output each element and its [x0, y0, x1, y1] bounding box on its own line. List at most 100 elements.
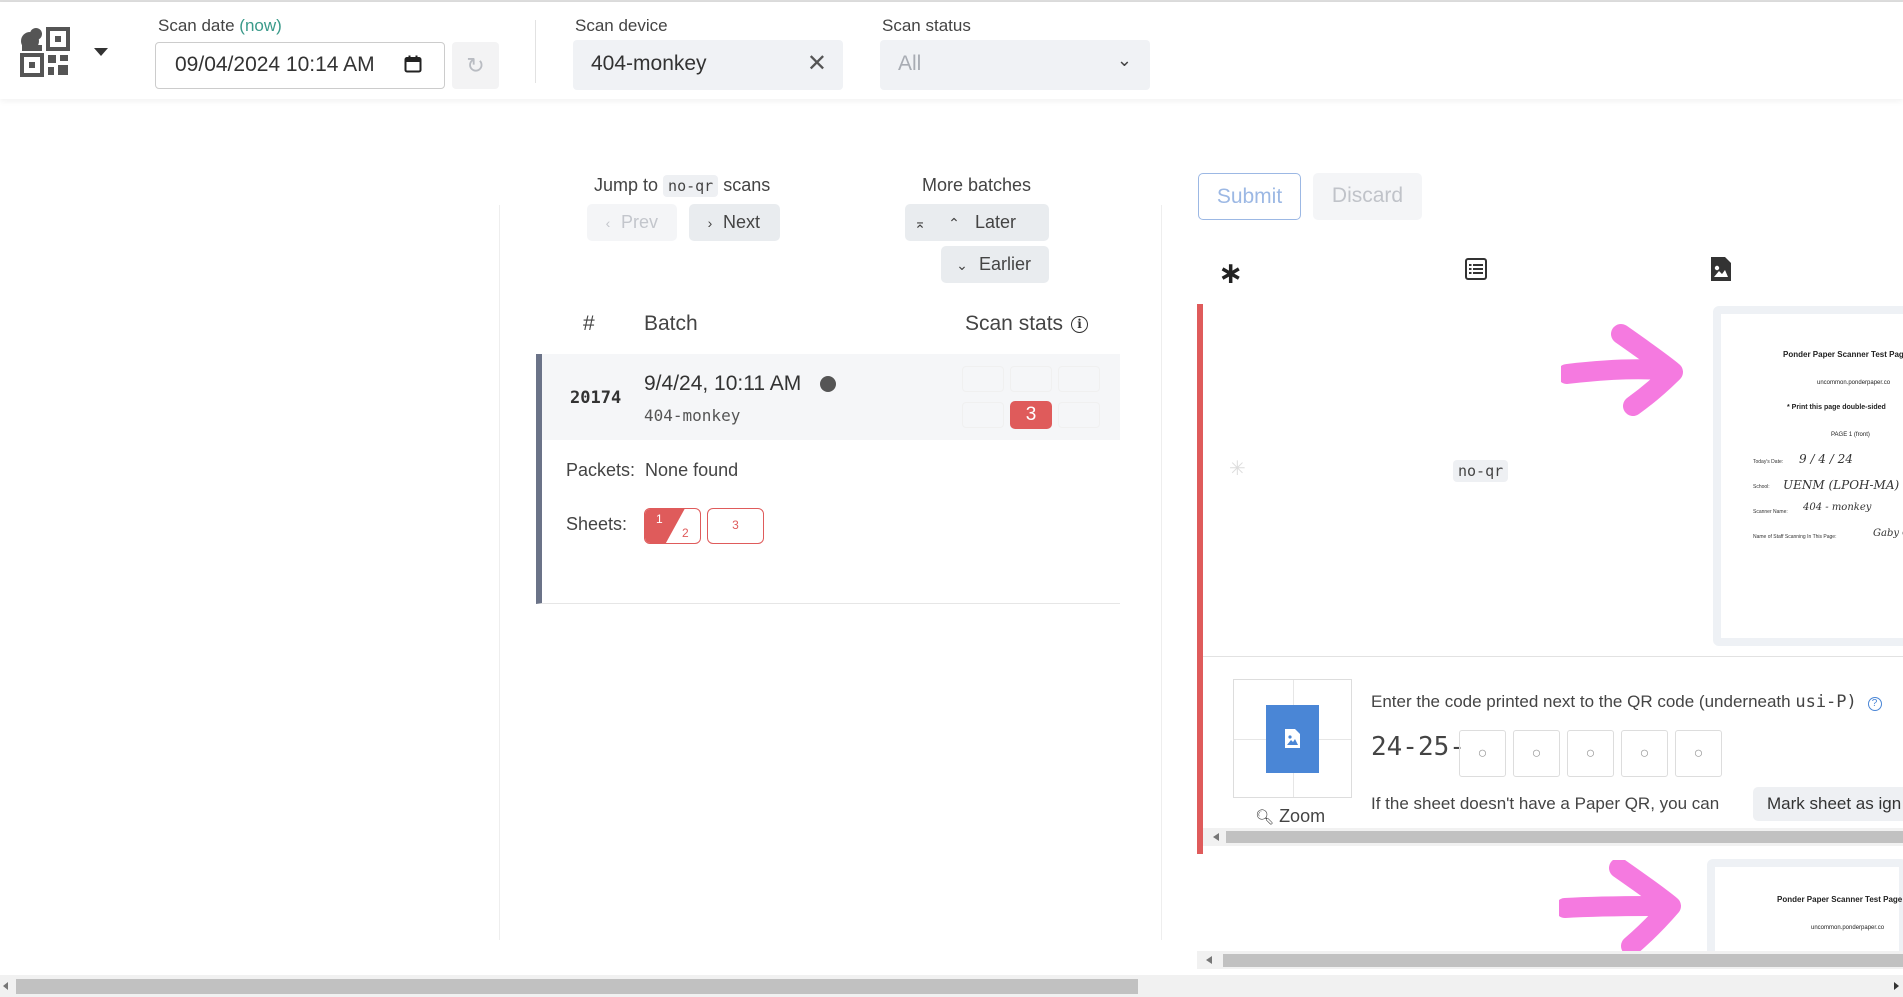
- navbar-divider: [535, 20, 536, 83]
- scan-device-label: Scan device: [575, 16, 668, 35]
- preview-field-label: School:: [1753, 484, 1770, 490]
- scroll-left-icon[interactable]: [1213, 833, 1219, 841]
- faint-asterisk-icon: ✳: [1229, 458, 1246, 480]
- calendar-icon[interactable]: [404, 55, 422, 73]
- sheet-1-fill: [645, 509, 685, 543]
- scroll-right-icon[interactable]: [1894, 982, 1899, 990]
- next-button[interactable]: › Next: [689, 204, 780, 241]
- help-icon[interactable]: ?: [1867, 697, 1882, 711]
- error-count-badge[interactable]: 3: [1010, 401, 1052, 429]
- left-column-divider: [499, 205, 500, 940]
- batch-device: 404-monkey: [644, 406, 741, 425]
- enter-code-instructions: Enter the code printed next to the QR co…: [1371, 692, 1882, 712]
- sheet-1-2-button[interactable]: 1 2: [644, 508, 701, 544]
- chevron-up-icon: ⌃: [948, 215, 960, 231]
- code-input-3[interactable]: ○: [1567, 730, 1614, 777]
- scroll-left-icon[interactable]: [3, 982, 8, 990]
- scan-date-label: Scan date (now): [158, 16, 282, 35]
- scan-status-label: Scan status: [882, 16, 971, 35]
- clear-device-icon[interactable]: ✕: [807, 49, 827, 78]
- double-chevron-up-icon: ⌅: [914, 215, 926, 231]
- later-button[interactable]: ⌅ ⌃ Later: [905, 204, 1049, 241]
- preview-field-label: Today's Date:: [1753, 459, 1784, 465]
- stat-cell: [1058, 366, 1100, 392]
- preview-field-label: Scanner Name:: [1753, 509, 1788, 515]
- code-input-4[interactable]: ○: [1621, 730, 1668, 777]
- col-header-num: #: [583, 312, 595, 335]
- refresh-button[interactable]: ↻: [452, 42, 499, 89]
- code-prefix: 24-25-: [1371, 732, 1465, 762]
- more-batches-title: More batches: [922, 175, 1032, 195]
- list-icon[interactable]: [1465, 258, 1487, 280]
- col-header-scan-stats: Scan stats i: [965, 312, 1089, 336]
- code-input-1[interactable]: ○: [1459, 730, 1506, 777]
- no-qr-chip: no-qr: [663, 175, 719, 197]
- packets-line: Packets: None found: [566, 460, 739, 480]
- batch-row[interactable]: 20174 9/4/24, 10:11 AM 404-monkey 3 Pack…: [536, 354, 1120, 604]
- submit-button[interactable]: Submit: [1198, 173, 1301, 220]
- review-horizontal-scrollbar[interactable]: [1203, 828, 1903, 846]
- qr-logo-icon[interactable]: [20, 27, 72, 79]
- stat-cell: [962, 366, 1004, 392]
- now-link[interactable]: (now): [239, 16, 282, 35]
- pink-arrow-icon: [1561, 324, 1683, 416]
- preview-site: uncommon.ponderpaper.co: [1817, 380, 1891, 386]
- code-input-2[interactable]: ○: [1513, 730, 1560, 777]
- no-qr-tag: no-qr: [1453, 460, 1509, 482]
- sheet-preview-area: ✳ no-qr Ponder Paper Scanner Test Page u…: [1203, 304, 1903, 656]
- next-sheet-horizontal-scrollbar[interactable]: [1197, 951, 1903, 969]
- earlier-button[interactable]: ⌄ Earlier: [941, 246, 1049, 283]
- scan-status-value: All: [898, 52, 922, 75]
- sheet-thumbnail[interactable]: [1233, 679, 1352, 798]
- discard-button[interactable]: Discard: [1313, 173, 1422, 220]
- chevron-down-icon: ⌄: [1116, 50, 1132, 70]
- sheet-3-label: 3: [732, 518, 739, 532]
- chevron-down-icon: ⌄: [956, 257, 968, 273]
- batch-id: 20174: [570, 388, 622, 408]
- sheet-image-preview[interactable]: Ponder Paper Scanner Test Page uncommon.…: [1713, 306, 1903, 646]
- preview-field-value: 9 / 4 / 24: [1799, 452, 1853, 466]
- thumbnail-image-icon: [1266, 705, 1319, 773]
- scrollbar-thumb[interactable]: [1223, 954, 1903, 967]
- mark-sheet-ignored-button[interactable]: Mark sheet as ign: [1753, 787, 1903, 821]
- preview-site: uncommon.ponderpaper.co: [1811, 925, 1885, 931]
- preview-field-value: UENM (LPOH-MA): [1783, 478, 1900, 492]
- preview-field-label: Name of Staff Scanning In This Page:: [1753, 534, 1837, 540]
- info-icon[interactable]: i: [1071, 316, 1089, 333]
- preview-field-value: 404 - monkey: [1803, 502, 1872, 513]
- scrollbar-thumb[interactable]: [16, 979, 1138, 994]
- page-horizontal-scrollbar[interactable]: [0, 975, 1903, 997]
- code-input-5[interactable]: ○: [1675, 730, 1722, 777]
- preview-note: * Print this page double-sided: [1787, 404, 1886, 411]
- logo-dropdown-caret-icon[interactable]: [94, 48, 108, 56]
- scan-device-select[interactable]: 404-monkey ✕: [573, 40, 843, 90]
- scan-date-input[interactable]: 09/04/2024 10:14 AM: [155, 42, 445, 89]
- prev-button[interactable]: ‹ Prev: [587, 204, 677, 241]
- image-icon[interactable]: [1710, 256, 1732, 282]
- zoom-button[interactable]: 🔍︎ Zoom: [1255, 806, 1325, 827]
- stat-cell: [1058, 402, 1100, 428]
- magnifier-icon: 🔍︎: [1255, 809, 1275, 826]
- preview-title: Ponder Paper Scanner Test Page: [1783, 350, 1903, 359]
- scan-device-value: 404-monkey: [591, 52, 707, 75]
- scrollbar-thumb[interactable]: [1226, 831, 1903, 843]
- navbar: Scan date (now) 09/04/2024 10:14 AM ↻ Sc…: [0, 2, 1903, 99]
- scroll-left-icon[interactable]: [1206, 956, 1212, 964]
- batch-date: 9/4/24, 10:11 AM: [644, 372, 802, 395]
- sheet-2-label: 2: [682, 526, 689, 540]
- refresh-icon: ↻: [466, 53, 485, 78]
- chevron-right-icon: ›: [707, 215, 713, 231]
- jump-to-title: Jump to no-qr scans: [594, 175, 771, 197]
- stat-cell: [962, 402, 1004, 428]
- pink-arrow-icon: [1559, 860, 1681, 956]
- asterisk-icon[interactable]: ∗: [1218, 256, 1243, 291]
- scan-status-select[interactable]: All ⌄: [880, 40, 1150, 90]
- ignore-instructions: If the sheet doesn't have a Paper QR, yo…: [1371, 794, 1720, 813]
- sheet-1-label: 1: [656, 512, 663, 526]
- col-header-batch: Batch: [644, 312, 698, 335]
- sheets-label: Sheets:: [566, 514, 628, 534]
- preview-title: Ponder Paper Scanner Test Page: [1777, 895, 1903, 904]
- right-column-divider: [1161, 205, 1162, 940]
- stat-cell: [1010, 366, 1052, 392]
- sheet-3-button[interactable]: 3: [707, 508, 764, 544]
